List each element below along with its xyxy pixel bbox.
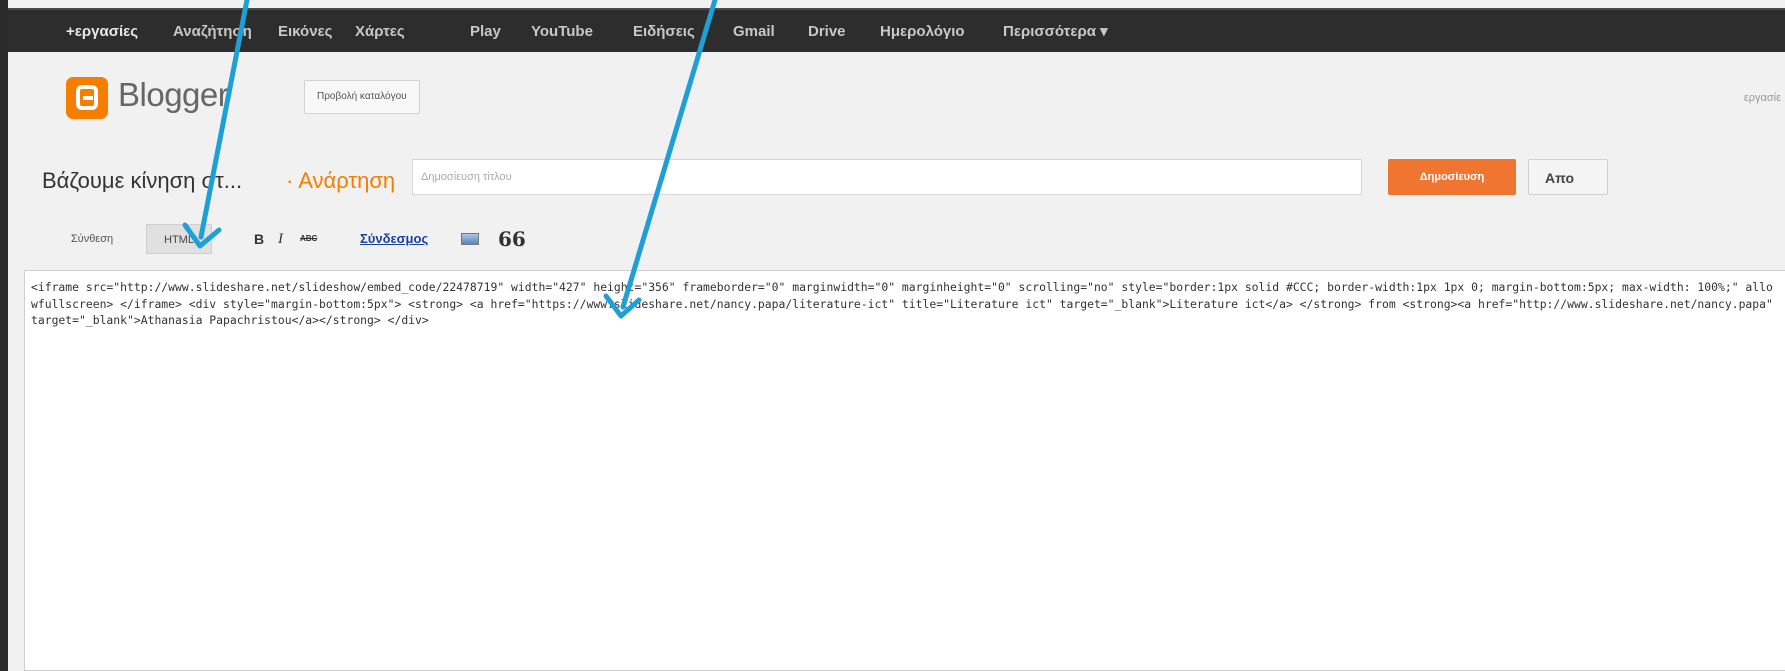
save-button[interactable]: Απο bbox=[1528, 159, 1608, 195]
tab-compose[interactable]: Σύνθεση bbox=[52, 224, 132, 254]
nav-item-more[interactable]: Περισσότερα ▾ bbox=[1003, 10, 1108, 54]
editor-toolbar: Σύνθεση HTML B I ABC Σύνδεσμος 66 bbox=[8, 214, 1785, 264]
nav-item-youtube[interactable]: YouTube bbox=[531, 10, 593, 54]
account-name[interactable]: εργασίε bbox=[1744, 92, 1781, 104]
tab-html[interactable]: HTML bbox=[146, 224, 212, 254]
blogger-header: Blogger Προβολή καταλόγου εργασίε bbox=[8, 52, 1785, 149]
nav-item-tasks[interactable]: +εργασίες bbox=[66, 10, 138, 54]
strikethrough-button[interactable]: ABC bbox=[300, 224, 317, 254]
nav-item-search[interactable]: Αναζήτηση bbox=[173, 10, 252, 54]
nav-item-maps[interactable]: Χάρτες bbox=[355, 10, 405, 54]
post-label: · Ανάρτηση bbox=[286, 168, 396, 193]
nav-item-images[interactable]: Εικόνες bbox=[278, 10, 332, 54]
post-title-input[interactable] bbox=[412, 159, 1362, 195]
app-frame: +εργασίες Αναζήτηση Εικόνες Χάρτες Play … bbox=[8, 0, 1785, 671]
link-button[interactable]: Σύνδεσμος bbox=[360, 224, 428, 254]
html-editor[interactable] bbox=[24, 270, 1785, 671]
html-editor-textarea[interactable] bbox=[25, 271, 1785, 670]
post-bar: Βάζουμε κίνηση στ... · Ανάρτηση Δημοσίευ… bbox=[8, 148, 1785, 210]
publish-button[interactable]: Δημοσίευση bbox=[1388, 159, 1516, 195]
nav-item-calendar[interactable]: Ημερολόγιο bbox=[880, 10, 965, 54]
nav-item-news[interactable]: Ειδήσεις bbox=[633, 10, 695, 54]
nav-item-drive[interactable]: Drive bbox=[808, 10, 846, 54]
brand-name[interactable]: Blogger bbox=[118, 76, 229, 114]
bold-button[interactable]: B bbox=[254, 224, 264, 254]
nav-item-play[interactable]: Play bbox=[470, 10, 501, 54]
blogger-logo-icon[interactable] bbox=[66, 77, 108, 119]
italic-button[interactable]: I bbox=[278, 224, 283, 254]
quote-button[interactable]: 66 bbox=[498, 224, 526, 254]
nav-item-gmail[interactable]: Gmail bbox=[733, 10, 775, 54]
view-list-button[interactable]: Προβολή καταλόγου bbox=[304, 80, 420, 114]
blog-title[interactable]: Βάζουμε κίνηση στ... bbox=[42, 168, 242, 194]
google-bar: +εργασίες Αναζήτηση Εικόνες Χάρτες Play … bbox=[8, 8, 1785, 54]
insert-image-icon[interactable] bbox=[461, 233, 479, 245]
